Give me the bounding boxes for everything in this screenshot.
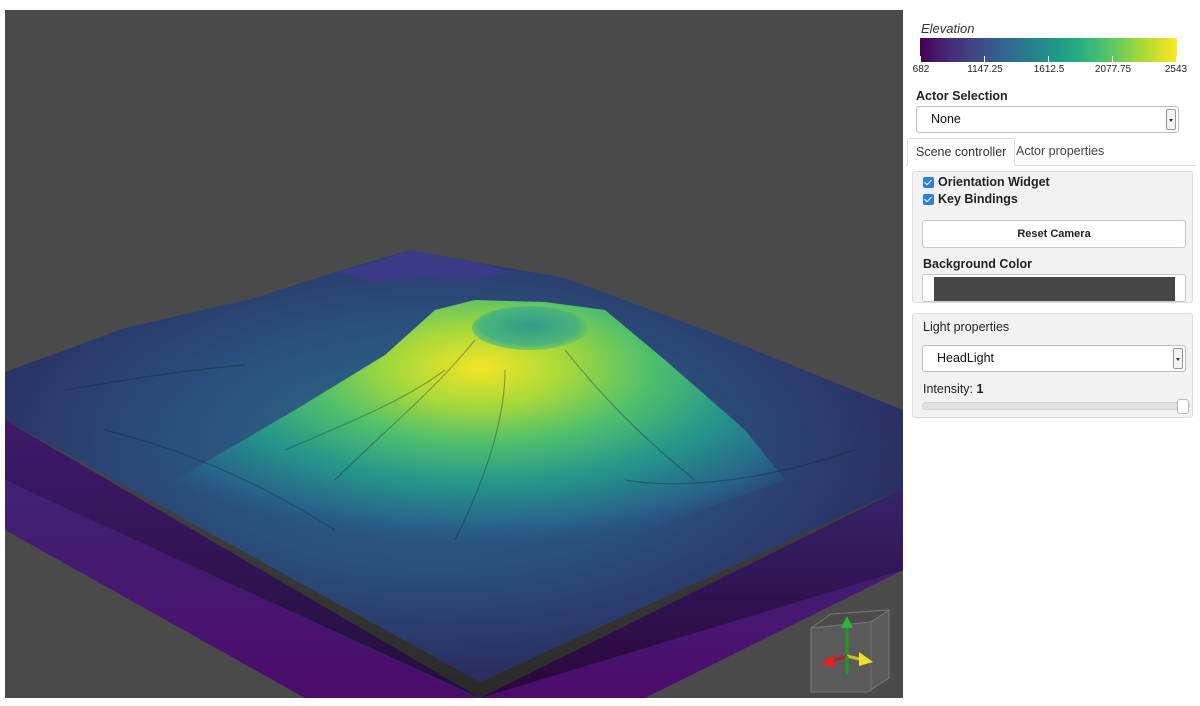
orientation-widget-label: Orientation Widget [938,175,1050,189]
colorbar-tick-label: 682 [912,64,930,75]
key-bindings-toggle[interactable]: Key Bindings [923,191,1018,207]
colorbar-tick [984,56,985,62]
colorbar-tick [1176,56,1177,62]
chevron-down-icon[interactable] [1166,109,1176,130]
light-type-dropdown[interactable]: HeadLight [922,345,1186,372]
tab-actor-properties[interactable]: Actor properties [1008,138,1112,166]
colorbar-tick-label: 1612.5 [1033,64,1065,75]
light-type-value: HeadLight [937,351,994,365]
tab-bar: Scene controller Actor properties [906,138,1196,166]
intensity-slider-handle[interactable] [1177,399,1189,414]
chevron-down-icon[interactable] [1173,348,1183,369]
intensity-label-text: Intensity: [923,382,974,396]
orientation-widget-toggle[interactable]: Orientation Widget [923,174,1050,190]
render-viewport[interactable] [5,10,903,698]
colorbar-tickmarks [920,56,1177,64]
light-properties-label: Light properties [923,320,1010,334]
colorbar-tick [1112,56,1113,62]
colorbar-tick [920,56,921,62]
colorbar-tick [1048,56,1049,62]
key-bindings-checkbox[interactable] [923,193,934,205]
colorbar-title: Elevation [921,21,975,36]
background-color-swatch [934,277,1175,301]
orientation-widget-checkbox[interactable] [923,176,934,188]
orientation-axes-icon[interactable] [803,608,895,694]
terrain-surface[interactable] [5,10,903,698]
intensity-slider[interactable] [922,399,1190,414]
colorbar-tick-label: 2077.75 [1094,64,1132,75]
tab-scene-controller[interactable]: Scene controller [907,138,1016,166]
light-properties-card: Light properties HeadLight Intensity: 1 [912,313,1193,418]
key-bindings-label: Key Bindings [938,192,1018,206]
background-color-picker[interactable] [922,274,1186,302]
actor-selection-value: None [931,112,961,126]
reset-camera-button[interactable]: Reset Camera [922,220,1186,248]
actor-selection-label: Actor Selection [916,89,1008,103]
colorbar-tick-label: 2543 [1164,64,1188,75]
scene-controller-card: Orientation Widget Key Bindings Reset Ca… [912,171,1193,303]
actor-selection-dropdown[interactable]: None [916,106,1179,133]
background-color-label: Background Color [923,257,1033,271]
intensity-label: Intensity: 1 [923,382,983,396]
controls-panel: Elevation 682 1147.25 1612.5 2077.75 254… [906,10,1196,700]
colorbar-tick-label: 1147.25 [967,64,1003,75]
intensity-value: 1 [976,382,984,396]
